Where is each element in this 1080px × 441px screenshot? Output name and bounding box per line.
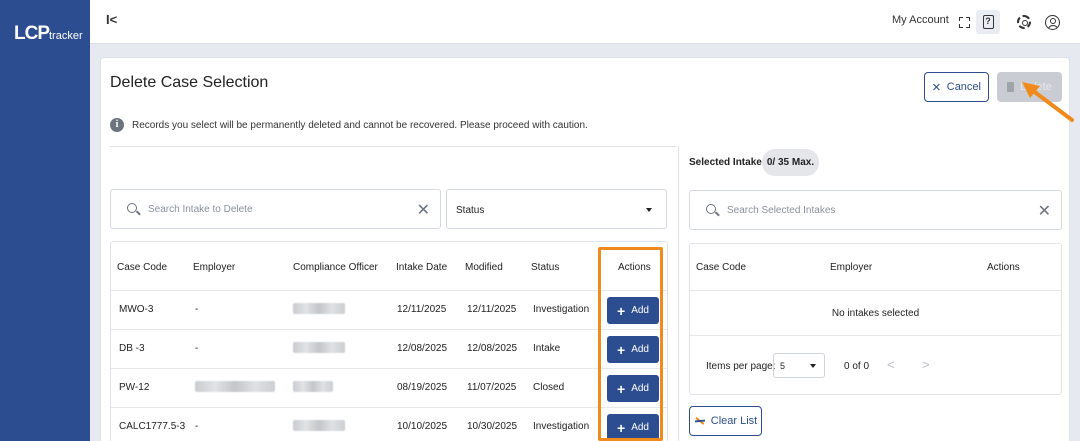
selected-search-input[interactable]: Search Selected Intakes ✕ <box>689 190 1062 230</box>
redacted-officer <box>293 420 345 431</box>
selected-intakes-table: Case Code Employer Actions No intakes se… <box>689 243 1062 395</box>
add-button[interactable]: + Add <box>607 336 659 363</box>
help-icon[interactable]: ? <box>976 10 1000 34</box>
delete-case-card: Delete Case Selection × Cancel Delete i … <box>100 57 1070 441</box>
column-header[interactable]: Case Code <box>696 262 746 273</box>
selected-intakes-label: Selected Intakes: <box>689 157 771 168</box>
column-header[interactable]: Employer <box>193 262 235 273</box>
clear-list-button[interactable]: Clear List <box>689 406 762 436</box>
delete-button[interactable]: Delete <box>997 72 1062 102</box>
plus-icon: + <box>617 302 626 319</box>
clear-search-icon[interactable]: ✕ <box>417 200 430 220</box>
column-header: Actions <box>987 262 1020 273</box>
trash-icon <box>1007 82 1015 92</box>
divider <box>110 146 676 147</box>
column-header[interactable]: Case Code <box>117 262 167 273</box>
divider <box>678 146 679 441</box>
redacted-employer <box>195 381 275 392</box>
chevron-down-icon <box>810 364 816 368</box>
warning-text: Records you select will be permanently d… <box>132 120 588 131</box>
column-header[interactable]: Modified <box>465 262 503 273</box>
items-per-page-select[interactable]: 5 <box>773 353 825 378</box>
table-row: MWO-3 - 12/11/2025 12/11/2025 Investigat… <box>111 290 667 329</box>
close-icon: × <box>931 78 941 96</box>
add-button[interactable]: + Add <box>607 297 659 324</box>
my-account-link[interactable]: My Account <box>892 14 949 26</box>
search-icon <box>127 203 137 213</box>
add-button[interactable]: + Add <box>607 414 659 441</box>
table-row: PW-12 08/19/2025 11/07/2025 Closed + Add <box>111 368 667 407</box>
redacted-officer <box>293 303 345 314</box>
items-per-page-label: Items per page: <box>706 361 776 372</box>
column-header[interactable]: Compliance Officer <box>293 262 378 273</box>
clear-icon <box>694 416 706 426</box>
column-header[interactable]: Status <box>531 262 559 273</box>
status-dropdown[interactable]: Status <box>446 189 667 229</box>
chevron-down-icon <box>646 208 652 212</box>
page-title: Delete Case Selection <box>110 74 269 91</box>
collapse-sidebar-button[interactable]: I< <box>106 12 117 27</box>
app-logo[interactable]: LCPtracker <box>14 23 83 45</box>
expand-icon[interactable] <box>952 10 976 34</box>
empty-row: No intakes selected <box>690 290 1061 336</box>
top-bar: I< My Account ? <box>90 0 1080 44</box>
column-header: Actions <box>618 262 651 273</box>
gear-icon[interactable] <box>1012 10 1036 34</box>
search-icon <box>706 204 716 214</box>
cancel-button[interactable]: × Cancel <box>924 72 989 102</box>
plus-icon: + <box>617 380 626 397</box>
next-page-button[interactable]: > <box>922 357 930 372</box>
add-button[interactable]: + Add <box>607 375 659 402</box>
selected-count-badge: 0/ 35 Max. <box>762 149 819 176</box>
plus-icon: + <box>617 341 626 358</box>
table-row: CALC1777.5-3 - 10/10/2025 10/30/2025 Inv… <box>111 407 667 441</box>
empty-message: No intakes selected <box>831 308 920 319</box>
table-row: DB -3 - 12/08/2025 12/08/2025 Intake + Ad… <box>111 329 667 368</box>
clear-search-icon[interactable]: ✕ <box>1038 201 1051 221</box>
page-range: 0 of 0 <box>844 361 870 372</box>
redacted-officer <box>293 342 345 353</box>
sidebar: LCPtracker <box>0 0 90 441</box>
intake-search-input[interactable]: Search Intake to Delete ✕ <box>110 189 441 229</box>
info-icon: i <box>110 118 124 132</box>
intake-table: Case Code Employer Compliance Officer In… <box>110 241 668 441</box>
column-header[interactable]: Employer <box>830 262 872 273</box>
redacted-officer <box>293 381 333 392</box>
column-header[interactable]: Intake Date <box>396 262 447 273</box>
user-icon[interactable] <box>1040 10 1064 34</box>
plus-icon: + <box>617 419 626 436</box>
previous-page-button[interactable]: < <box>887 357 895 372</box>
